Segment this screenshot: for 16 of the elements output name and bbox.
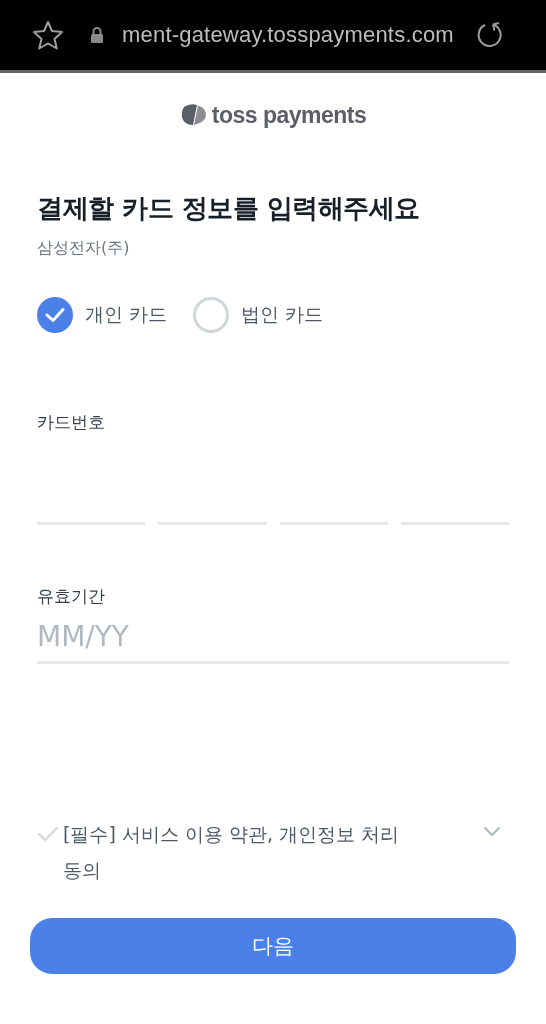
agreement-text: [필수] 서비스 이용 약관, 개인정보 처리 동의: [62, 822, 401, 883]
lock-icon: [90, 26, 104, 44]
check-icon[interactable]: [37, 826, 59, 842]
star-icon[interactable]: [32, 20, 64, 50]
chevron-down-icon[interactable]: [483, 826, 501, 837]
field-label: 카드번호: [37, 411, 105, 434]
expiry-input-field[interactable]: MM/YY: [37, 614, 509, 664]
card-type-radio[interactable]: 법인 카드: [193, 297, 324, 333]
reload-icon[interactable]: [475, 21, 504, 49]
logo-icon: [179, 103, 208, 127]
card-type-radio[interactable]: 개인 카드: [37, 297, 168, 333]
page-title: 결제할 카드 정보를 입력해주세요: [37, 192, 421, 225]
field-label: 유효기간: [37, 585, 105, 608]
merchant-name: 삼성전자(주): [37, 238, 130, 259]
next-button[interactable]: 다음: [30, 918, 516, 974]
logo-text: toss payments: [211, 101, 367, 129]
